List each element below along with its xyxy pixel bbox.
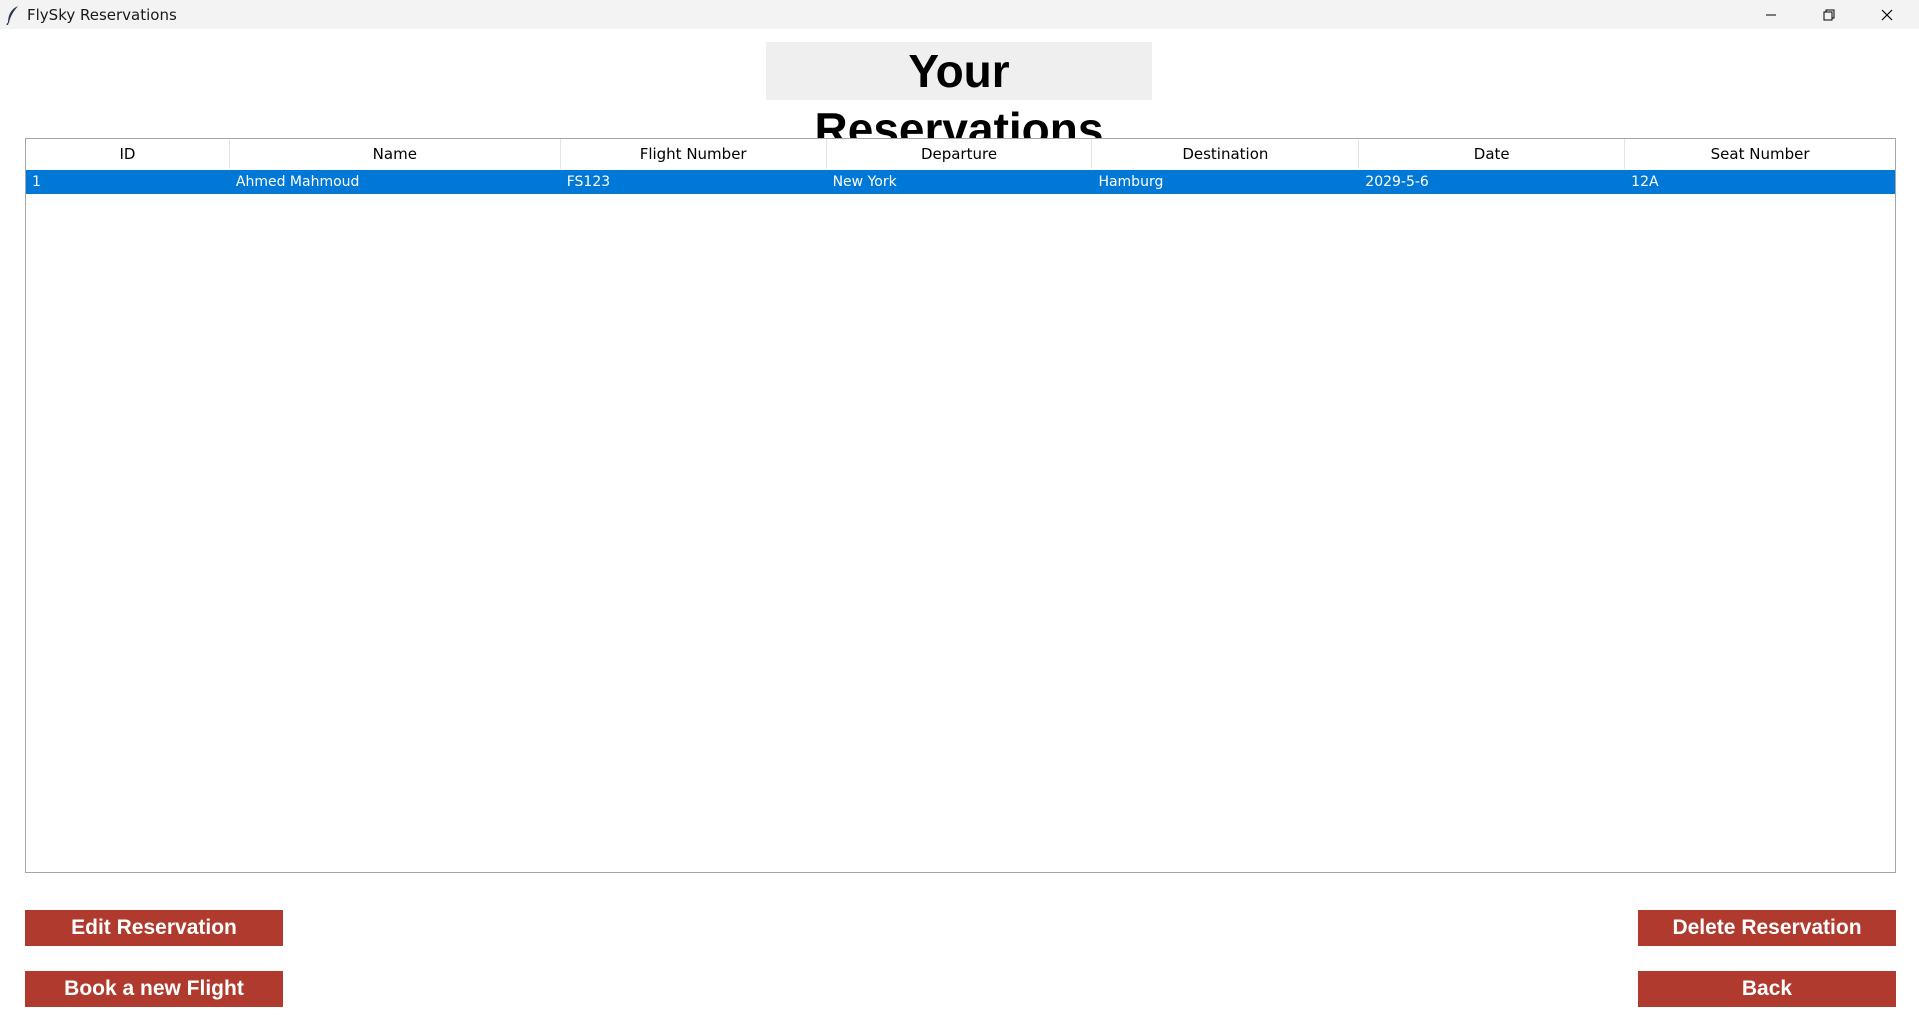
column-header-destination[interactable]: Destination xyxy=(1092,139,1360,169)
cell-departure: New York xyxy=(832,174,897,190)
book-new-flight-button[interactable]: Book a new Flight xyxy=(25,971,283,1007)
cell-destination: Hamburg xyxy=(1098,174,1164,190)
cell-seat-number: 12A xyxy=(1631,174,1659,190)
column-header-flight-number[interactable]: Flight Number xyxy=(561,139,827,169)
minimize-button[interactable] xyxy=(1742,0,1800,29)
table-body: 1 Ahmed Mahmoud FS123 New York Hamburg 2… xyxy=(26,170,1895,194)
cell-name: Ahmed Mahmoud xyxy=(235,174,360,190)
cell-date: 2029-5-6 xyxy=(1365,174,1429,190)
cell-flight-number: FS123 xyxy=(566,174,611,190)
cell-id: 1 xyxy=(32,174,41,190)
restore-icon xyxy=(1823,9,1835,20)
column-header-departure[interactable]: Departure xyxy=(827,139,1093,169)
restore-button[interactable] xyxy=(1800,0,1858,29)
feather-icon xyxy=(5,5,21,26)
column-header-date[interactable]: Date xyxy=(1359,139,1626,169)
delete-reservation-button[interactable]: Delete Reservation xyxy=(1638,910,1896,946)
back-button[interactable]: Back xyxy=(1638,971,1896,1007)
close-button[interactable] xyxy=(1858,0,1916,29)
close-icon xyxy=(1881,9,1893,20)
column-header-id[interactable]: ID xyxy=(26,139,230,169)
table-header: ID Name Flight Number Departure Destinat… xyxy=(26,139,1895,169)
page-title: Your Reservations xyxy=(766,42,1152,155)
title-bar: FlySky Reservations xyxy=(0,0,1919,29)
minimize-icon xyxy=(1766,14,1776,15)
window-title: FlySky Reservations xyxy=(27,6,177,24)
reservations-table[interactable]: ID Name Flight Number Departure Destinat… xyxy=(25,138,1896,873)
table-row[interactable]: 1 Ahmed Mahmoud FS123 New York Hamburg 2… xyxy=(26,170,1895,194)
edit-reservation-button[interactable]: Edit Reservation xyxy=(25,910,283,946)
column-header-name[interactable]: Name xyxy=(230,139,561,169)
column-header-seat-number[interactable]: Seat Number xyxy=(1625,139,1895,169)
